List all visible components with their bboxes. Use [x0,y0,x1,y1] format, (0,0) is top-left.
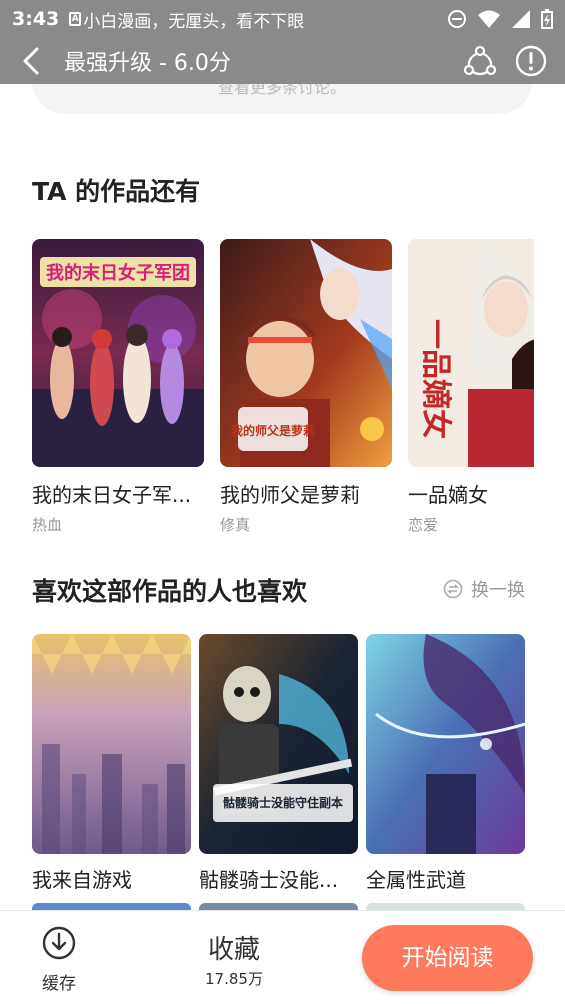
swap-label: 换一换 [471,580,525,601]
cache-label: 缓存 [42,974,76,994]
cover-art-skeleton: 骷髅骑士没能守住副本 [199,634,358,854]
recommend-card[interactable]: 全属性武道 [366,634,525,893]
start-reading-button[interactable]: 开始阅读 [362,925,533,991]
back-icon[interactable] [0,38,64,84]
cover-art-game [32,634,191,854]
do-not-disturb-icon [448,10,466,28]
recommend-title: 喜欢这部作品的人也喜欢 [32,577,308,606]
status-notification-text: 小白漫画，无厘头，看不下眼 [83,11,305,32]
swap-button[interactable]: 换一换 [443,576,525,602]
work-tag: 恋爱 [408,516,439,534]
cover-title: 一品嫡女 [419,319,453,439]
cache-button[interactable]: 缓存 [36,925,82,994]
status-bar: 3:43 A 小白漫画，无厘头，看不下眼 [0,0,565,38]
title-bar: 最强升级 - 6.0分 [0,38,565,84]
cover-art-master: 我的师父是萝莉 [220,239,392,467]
author-works-title: TA 的作品还有 [32,177,201,206]
work-card[interactable]: 我的师父是萝莉 我的师父是萝莉 修真 [220,239,392,535]
work-card[interactable]: 一品嫡女 一品嫡女 恋爱 [408,239,534,535]
cover-title: 我的师父是萝莉 [231,423,315,438]
cover-art-apocalypse: 我的末日女子军团 [32,239,204,467]
work-tag: 修真 [220,516,251,534]
work-title: 一品嫡女 [408,483,488,507]
bottom-bar: 缓存 收藏 17.85万 开始阅读 [0,910,565,1004]
cover-title: 骷髅骑士没能守住副本 [223,795,343,810]
author-works-list: 我的末日女子军团 我的末日女子军... 热血 我的师父是萝莉 我的师父是萝莉 修… [32,239,534,539]
cover-art-martial [366,634,525,854]
cover-title: 我的末日女子军团 [46,262,190,283]
cover-art-lady: 一品嫡女 [408,239,534,467]
status-time: 3:43 [12,8,60,30]
notification-app-icon: A [69,12,82,26]
share-icon[interactable] [463,44,497,78]
favorite-count: 17.85万 [205,970,263,988]
signal-icon [512,10,530,28]
recommend-item-title: 全属性武道 [366,868,466,892]
work-title: 我的末日女子军... [32,483,192,507]
page-title: 最强升级 - 6.0分 [64,51,231,76]
status-icons [447,9,553,29]
recommend-card[interactable]: 我来自游戏 [32,634,191,893]
recommend-item-title: 我来自游戏 [32,868,132,892]
work-card[interactable]: 我的末日女子军团 我的末日女子军... 热血 [32,239,204,535]
favorite-button[interactable]: 收藏 17.85万 [205,929,263,989]
recommend-item-title: 骷髅骑士没能... [199,868,339,892]
work-tag: 热血 [32,516,63,534]
report-icon[interactable] [515,45,547,77]
battery-icon [541,9,553,29]
refresh-icon [443,579,463,599]
favorite-label: 收藏 [207,935,260,965]
work-title: 我的师父是萝莉 [220,483,360,507]
wifi-icon [478,10,500,28]
download-icon [42,926,76,960]
recommend-card[interactable]: 骷髅骑士没能守住副本 骷髅骑士没能... [199,634,358,893]
